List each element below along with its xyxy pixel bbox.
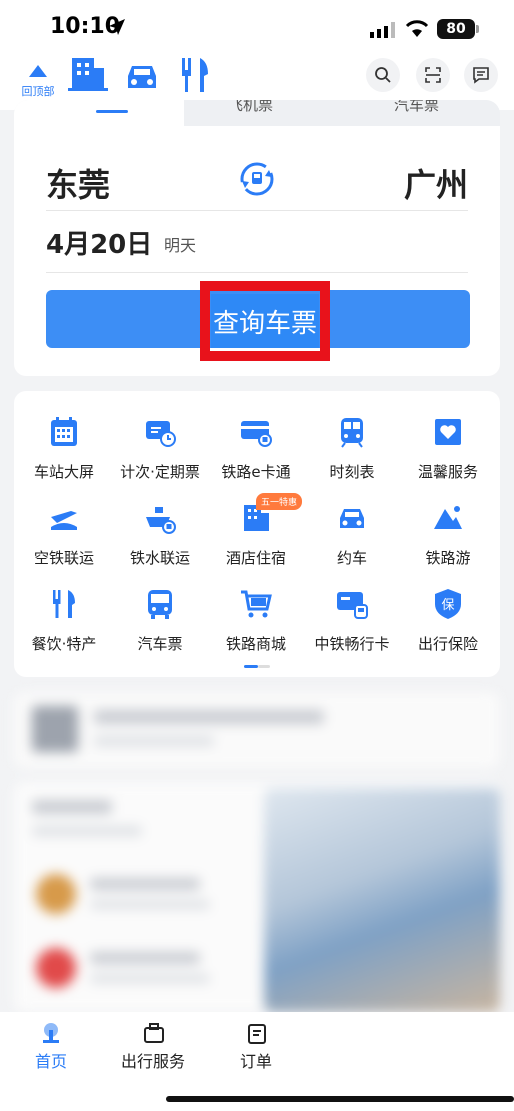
service-label: 空铁联运 [33,549,94,567]
departure-city[interactable]: 东莞 [46,160,110,206]
message-icon [473,67,489,84]
service-label: 车站大屏 [33,463,94,481]
service-label: 汽车票 [137,635,183,653]
service-label: 约车 [336,549,367,567]
home-indicator[interactable] [166,1096,514,1102]
home-tab-icon [43,1023,59,1043]
service-label: 温馨服务 [417,463,478,481]
blurred-promo-image [264,788,500,1012]
triangle-up-icon [29,65,47,77]
location-arrow-icon [109,19,125,35]
tab-train[interactable] [14,100,184,128]
mountain-icon [434,506,462,529]
services-grid: 车站大屏 计次·定期票 铁路e卡通 时刻表 温馨服务 空铁联运 铁水联运 五一特… [14,391,500,677]
service-station-screen[interactable]: 车站大屏 [14,415,114,482]
service-travel-card[interactable]: 中铁畅行卡 [302,587,402,654]
back-to-top-button[interactable]: 回顶部 [18,62,58,99]
back-to-top-label: 回顶部 [21,85,55,98]
service-rail-card[interactable]: 铁路e卡通 [206,415,306,482]
service-label: 出行保险 [417,635,478,653]
tab-bus[interactable]: 汽车票 [394,100,439,115]
service-label: 铁水联运 [129,549,190,567]
rail-card-icon [241,421,272,447]
tab-orders[interactable]: 订单 [240,1048,272,1072]
divider [46,210,468,211]
service-rail-tour[interactable]: 铁路游 [398,501,498,568]
insurance-icon: 保 [435,589,461,619]
train-icon [341,418,363,448]
blurred-content [14,692,500,1012]
service-bus[interactable]: 汽车票 [110,587,210,654]
service-ticket-clock[interactable]: 计次·定期票 [110,415,210,482]
signal-icon [370,22,395,38]
tab-flight[interactable]: 飞机票 [228,100,273,115]
car-nav-icon[interactable] [122,56,162,96]
service-plane-train[interactable]: 空铁联运 [14,501,114,568]
wifi-icon [405,20,429,37]
tab-home[interactable]: 首页 [35,1048,67,1072]
service-label: 餐饮·特产 [31,635,97,653]
ship-train-icon [146,507,176,534]
swap-stations-icon[interactable] [238,160,276,198]
service-label: 铁路商城 [225,635,286,653]
service-timetable[interactable]: 时刻表 [302,415,402,482]
plane-train-icon [51,511,77,530]
message-button[interactable] [464,58,498,92]
service-car[interactable]: 约车 [302,501,402,568]
divider [46,272,468,273]
red-highlight-box [200,281,330,361]
arrival-city[interactable]: 广州 [404,160,468,206]
page-dot-active [244,665,258,668]
search-icon [375,67,391,83]
travel-service-tab-icon [144,1023,164,1043]
service-food[interactable]: 餐饮·特产 [14,587,114,654]
food-icon [53,590,75,618]
svg-text:保: 保 [441,598,454,613]
status-bar: 10:10 80 [0,0,514,56]
travel-date-hint: 明天 [164,236,197,255]
service-label: 计次·定期票 [120,463,200,481]
search-button[interactable] [366,58,400,92]
service-care[interactable]: 温馨服务 [398,415,498,482]
heart-service-icon [435,419,461,445]
travel-date[interactable]: 4月20日 [46,224,152,261]
fork-knife-nav-icon[interactable] [176,56,216,96]
ticket-clock-icon [146,421,176,447]
service-label: 酒店住宿 [225,549,286,567]
service-hotel[interactable]: 五一特惠 酒店住宿 [206,493,306,568]
cart-icon [241,590,272,618]
service-mall[interactable]: 铁路商城 [206,587,306,654]
service-label: 中铁畅行卡 [314,635,390,653]
station-screen-icon [51,417,77,446]
blurred-banner [14,692,500,768]
hotel-building-icon[interactable] [68,56,108,96]
tab-travel-service[interactable]: 出行服务 [121,1048,185,1072]
scan-icon [425,67,441,83]
service-label: 时刻表 [329,463,375,481]
promo-badge: 五一特惠 [256,493,303,510]
battery-tip [476,25,479,33]
page-indicator [244,665,270,668]
scan-button[interactable] [416,58,450,92]
service-insurance[interactable]: 保 出行保险 [398,587,498,654]
service-label: 铁路e卡通 [221,463,291,481]
battery-indicator: 80 [437,19,475,39]
service-ship-train[interactable]: 铁水联运 [110,501,210,568]
tab-active-underline [96,110,128,113]
page-dot [258,665,270,668]
bus-icon [148,590,172,619]
service-label: 铁路游 [425,549,471,567]
orders-tab-icon [248,1024,266,1044]
ticket-type-tabs: 飞机票 汽车票 [14,100,500,128]
travel-card-icon [337,592,368,619]
car-icon [340,509,364,528]
